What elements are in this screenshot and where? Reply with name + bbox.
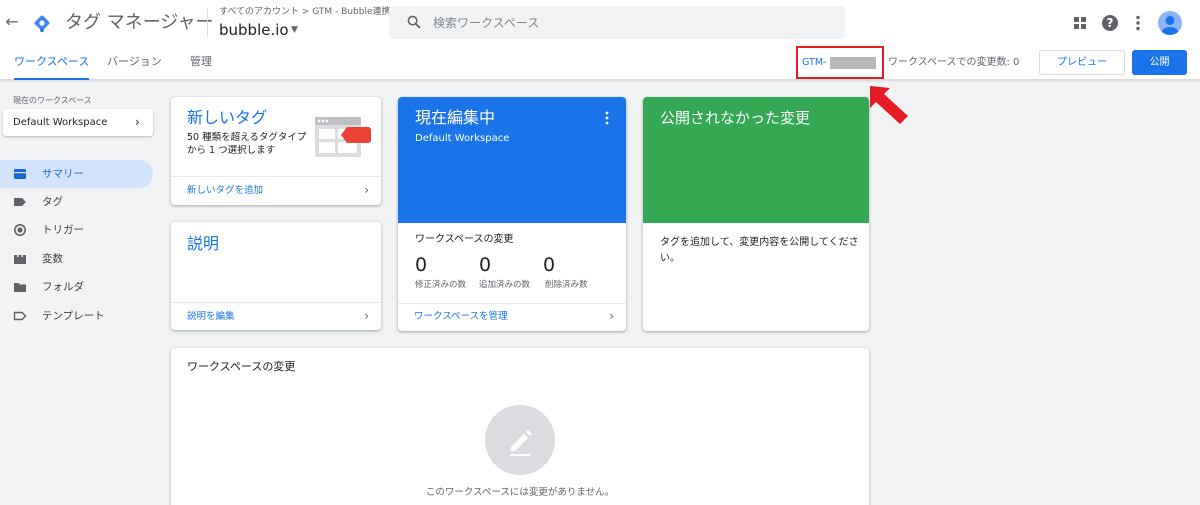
added-count: 0 — [479, 254, 492, 276]
current-workspace-label: 現在のワークスペース — [13, 96, 92, 105]
container-id[interactable]: GTM- — [802, 56, 826, 70]
annotation-arrow-icon — [870, 86, 908, 124]
workspace-changes-card: ワークスペースの変更 このワークスペースには変更がありません。 — [171, 348, 869, 505]
sidebar-item-variables[interactable]: 変数 — [0, 245, 153, 273]
search-bar[interactable] — [389, 6, 845, 39]
description-title[interactable]: 説明 — [187, 233, 219, 255]
container-id-highlight: GTM- — [796, 46, 884, 79]
back-arrow-icon[interactable]: ← — [4, 12, 20, 32]
workspace-selector[interactable]: Default Workspace › — [3, 109, 153, 136]
empty-state-text: このワークスペースには変更がありません。 — [425, 487, 615, 498]
add-new-tag-link[interactable]: 新しいタグを追加 — [187, 184, 263, 197]
unpublished-title: 公開されなかった変更 — [660, 109, 811, 127]
preview-button[interactable]: プレビュー — [1039, 50, 1125, 75]
more-vert-icon[interactable] — [605, 111, 609, 125]
user-avatar-icon — [1161, 16, 1179, 35]
breadcrumb[interactable]: すべてのアカウント > GTM - Bubble連携 — [219, 6, 391, 18]
added-label: 追加済みの数 — [479, 280, 531, 290]
new-tag-description: 50 種類を超えるタグタイプから 1 つ選択します — [187, 132, 307, 156]
workspace-changes-label: ワークスペースの変更 — [415, 234, 514, 245]
deleted-count: 0 — [543, 254, 556, 276]
card-divider — [398, 303, 626, 304]
chevron-right-icon[interactable]: › — [609, 309, 614, 323]
sub-navigation: ワークスペース バージョン 管理 GTM- ワークスペースでの変更数: 0 プレ… — [0, 46, 1200, 80]
new-tag-card[interactable]: 新しいタグ 50 種類を超えるタグタイプから 1 つ選択します 新しいタグを追加… — [171, 97, 381, 205]
sidebar-item-label: サマリー — [42, 168, 84, 180]
now-editing-header: 現在編集中 Default Workspace — [398, 97, 626, 223]
now-editing-title: 現在編集中 — [415, 108, 496, 127]
card-divider — [171, 176, 381, 177]
search-icon — [407, 15, 421, 29]
more-vert-icon[interactable] — [1128, 13, 1148, 33]
deleted-label: 削除済み数 — [545, 280, 588, 290]
tag-manager-logo-icon — [34, 15, 50, 33]
sidebar-item-summary[interactable]: サマリー — [0, 160, 153, 188]
trigger-icon — [14, 224, 26, 236]
container-id-redaction — [830, 57, 876, 69]
edit-pencil-icon — [510, 430, 532, 456]
edit-description-link[interactable]: 説明を編集 — [187, 310, 235, 323]
sidebar-item-triggers[interactable]: トリガー — [0, 216, 153, 244]
new-tag-title[interactable]: 新しいタグ — [187, 107, 267, 129]
modified-label: 修正済みの数 — [415, 280, 467, 290]
workspace-change-count: ワークスペースでの変更数: 0 — [888, 57, 1020, 68]
unpublished-changes-card: 公開されなかった変更 タグを追加して、変更内容を公開してください。 — [643, 97, 869, 331]
chevron-right-icon[interactable]: › — [364, 183, 369, 197]
description-card: 説明 説明を編集 › — [171, 222, 381, 330]
manage-workspace-link[interactable]: ワークスペースを管理 — [414, 310, 508, 323]
now-editing-card: 現在編集中 Default Workspace ワークスペースの変更 0 0 0… — [398, 97, 626, 331]
sidebar-item-label: 変数 — [42, 253, 63, 265]
card-divider — [171, 302, 381, 303]
sidebar-item-label: テンプレート — [42, 310, 105, 322]
variables-icon — [14, 255, 26, 264]
unpublished-header: 公開されなかった変更 — [643, 97, 869, 223]
sidebar-item-label: フォルダ — [42, 281, 84, 293]
container-name[interactable]: bubble.io — [219, 20, 289, 40]
sidebar-item-templates[interactable]: テンプレート — [0, 302, 153, 330]
modified-count: 0 — [415, 254, 428, 276]
chevron-right-icon[interactable]: › — [364, 309, 369, 323]
summary-icon — [14, 169, 26, 179]
product-name: タグ マネージャー — [65, 12, 214, 33]
tag-icon — [14, 198, 26, 206]
now-editing-workspace: Default Workspace — [415, 133, 510, 144]
sidebar-item-label: トリガー — [42, 224, 84, 236]
publish-button[interactable]: 公開 — [1132, 50, 1187, 75]
folder-icon — [14, 283, 26, 292]
top-app-bar: ← タグ マネージャー すべてのアカウント > GTM - Bubble連携 b… — [0, 0, 1200, 46]
tab-workspace[interactable]: ワークスペース — [14, 46, 90, 80]
chevron-right-icon: › — [135, 115, 140, 129]
sidebar-item-tags[interactable]: タグ — [0, 188, 153, 216]
header-divider — [207, 9, 208, 37]
help-icon[interactable]: ? — [1100, 13, 1120, 33]
account-avatar[interactable] — [1158, 11, 1182, 35]
caret-down-icon[interactable]: ▼ — [291, 22, 298, 38]
sidebar-item-label: タグ — [42, 196, 63, 208]
workspace-changes-title: ワークスペースの変更 — [187, 360, 296, 373]
search-input[interactable] — [433, 13, 813, 33]
sidebar-item-folders[interactable]: フォルダ — [0, 273, 153, 301]
unpublished-body: タグを追加して、変更内容を公開してください。 — [660, 237, 859, 264]
workspace-name: Default Workspace — [13, 117, 108, 128]
template-icon — [13, 311, 27, 321]
empty-state-badge — [485, 405, 555, 475]
tab-versions[interactable]: バージョン — [107, 46, 162, 80]
svg-text:?: ? — [1107, 16, 1114, 30]
tab-admin[interactable]: 管理 — [190, 46, 212, 80]
apps-grid-icon[interactable] — [1070, 13, 1090, 33]
new-tag-illustration-icon — [315, 117, 371, 157]
